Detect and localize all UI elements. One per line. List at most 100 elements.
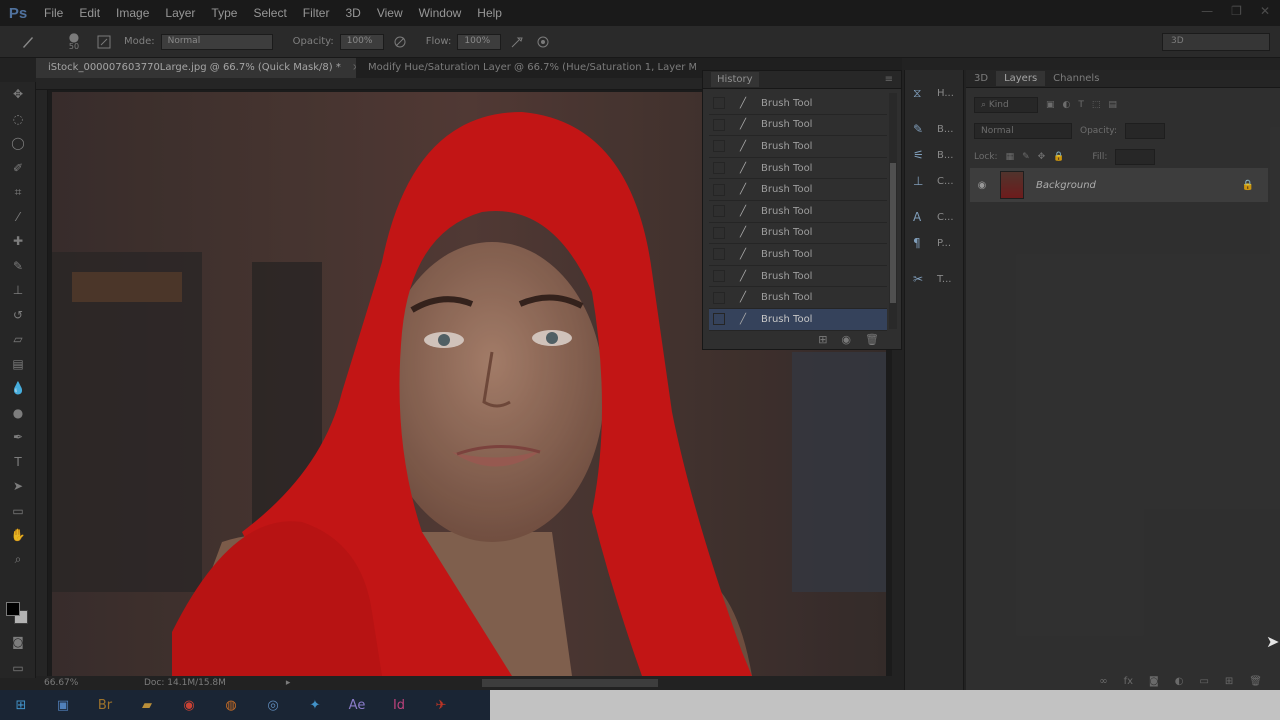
panel-paragraph-button[interactable]: ¶ P... xyxy=(905,230,963,256)
foreground-color-swatch[interactable] xyxy=(6,602,20,616)
history-snapshot-toggle[interactable] xyxy=(713,313,725,326)
menu-image[interactable]: Image xyxy=(108,6,157,20)
mode-select[interactable]: Normal xyxy=(160,33,273,50)
link-layers-icon[interactable]: ∞ xyxy=(1099,676,1107,687)
minimize-button[interactable]: — xyxy=(1201,4,1213,18)
doc-tab-hue-saturation[interactable]: Modify Hue/Saturation Layer @ 66.7% (Hue… xyxy=(356,58,696,78)
history-snapshot-toggle[interactable] xyxy=(713,118,725,131)
twitter-icon[interactable]: ✦ xyxy=(294,690,336,720)
menu-select[interactable]: Select xyxy=(245,6,294,20)
clone-stamp-tool-icon[interactable]: ⊥ xyxy=(0,278,36,303)
chrome-icon[interactable]: ◉ xyxy=(168,690,210,720)
history-snapshot-toggle[interactable] xyxy=(713,270,725,283)
history-snapshot-toggle[interactable] xyxy=(713,226,725,239)
airbrush-icon[interactable] xyxy=(507,32,527,52)
history-snapshot-toggle[interactable] xyxy=(713,162,725,175)
tab-channels[interactable]: Channels xyxy=(1045,71,1107,86)
firefox-icon[interactable]: ◍ xyxy=(210,690,252,720)
brush-tool-icon[interactable]: ✎ xyxy=(0,254,36,279)
opacity-input[interactable]: 100% xyxy=(339,33,384,50)
panel-character-button[interactable]: A C... xyxy=(905,204,963,230)
delete-layer-icon[interactable]: 🗑 xyxy=(1249,676,1262,687)
workspace-select[interactable]: 3D xyxy=(1162,33,1270,51)
history-item[interactable]: ╱ Brush Tool xyxy=(709,244,887,266)
history-snapshot-toggle[interactable] xyxy=(713,291,725,304)
quick-mask-icon[interactable]: ◙ xyxy=(0,630,36,655)
pen-tool-icon[interactable]: ✒ xyxy=(0,425,36,450)
history-tab[interactable]: History xyxy=(711,72,759,87)
new-snapshot-icon[interactable]: ◉ xyxy=(841,333,851,346)
new-group-icon[interactable]: ▭ xyxy=(1199,676,1208,687)
bridge-icon[interactable]: Br xyxy=(84,690,126,720)
filter-smart-object-icon[interactable]: ▤ xyxy=(1108,100,1117,110)
menu-file[interactable]: File xyxy=(36,6,71,20)
layer-fill-input[interactable] xyxy=(1115,149,1156,165)
gradient-tool-icon[interactable]: ▤ xyxy=(0,352,36,377)
history-scrollbar[interactable] xyxy=(889,93,897,329)
zoom-tool-icon[interactable]: ⌕ xyxy=(0,548,36,573)
menu-help[interactable]: Help xyxy=(469,6,510,20)
lock-transparent-icon[interactable]: ▦ xyxy=(1006,152,1015,162)
file-explorer-icon[interactable]: ▣ xyxy=(42,690,84,720)
history-item[interactable]: ╱ Brush Tool xyxy=(709,179,887,201)
history-item[interactable]: ╱ Brush Tool xyxy=(709,223,887,245)
kind-filter-select[interactable]: ⌕ Kind xyxy=(974,97,1038,113)
screen-mode-icon[interactable]: ▭ xyxy=(0,656,36,681)
path-selection-tool-icon[interactable]: ➤ xyxy=(0,474,36,499)
brush-tool-preset-icon[interactable] xyxy=(18,32,38,52)
brush-size-picker[interactable]: ● 50 xyxy=(60,31,88,52)
filter-type-icon[interactable]: T xyxy=(1078,100,1084,110)
filter-shape-icon[interactable]: ⬚ xyxy=(1092,100,1101,110)
history-item[interactable]: ╱ Brush Tool xyxy=(709,287,887,309)
lock-position-icon[interactable]: ✥ xyxy=(1038,152,1046,162)
menu-view[interactable]: View xyxy=(369,6,411,20)
panel-brush-presets-button[interactable]: ⚟ B... xyxy=(905,142,963,168)
tab-3d[interactable]: 3D xyxy=(966,71,996,86)
history-scroll-thumb[interactable] xyxy=(890,163,896,303)
filter-adjustment-icon[interactable]: ◐ xyxy=(1063,100,1071,110)
history-item[interactable]: ╱ Brush Tool xyxy=(709,201,887,223)
brush-panel-icon[interactable] xyxy=(94,32,114,52)
close-button[interactable]: ✕ xyxy=(1260,4,1270,18)
globe-icon[interactable]: ◎ xyxy=(252,690,294,720)
layer-opacity-input[interactable] xyxy=(1125,123,1165,139)
history-snapshot-toggle[interactable] xyxy=(713,97,725,110)
type-tool-icon[interactable]: T xyxy=(0,450,36,475)
maximize-button[interactable]: ❐ xyxy=(1231,4,1242,18)
horizontal-scrollbar[interactable] xyxy=(482,679,658,687)
panel-clone-source-button[interactable]: ⊥ C... xyxy=(905,168,963,194)
new-document-from-state-icon[interactable]: ⊞ xyxy=(818,333,827,346)
menu-type[interactable]: Type xyxy=(203,6,245,20)
tab-layers[interactable]: Layers xyxy=(996,71,1046,86)
delete-state-icon[interactable]: 🗑 xyxy=(865,333,879,346)
new-layer-icon[interactable]: ⊞ xyxy=(1225,676,1233,687)
start-button[interactable]: ⊞ xyxy=(0,690,42,720)
filter-pixel-icon[interactable]: ▣ xyxy=(1046,100,1055,110)
flow-input[interactable]: 100% xyxy=(457,33,502,50)
history-snapshot-toggle[interactable] xyxy=(713,205,725,218)
history-snapshot-toggle[interactable] xyxy=(713,140,725,153)
blur-tool-icon[interactable]: 💧 xyxy=(0,376,36,401)
history-item[interactable]: ╱ Brush Tool xyxy=(709,93,887,115)
quick-selection-tool-icon[interactable]: ✐ xyxy=(0,156,36,181)
doc-tab-istock[interactable]: iStock_000007603770Large.jpg @ 66.7% (Qu… xyxy=(36,58,356,78)
history-item[interactable]: ╱ Brush Tool xyxy=(709,136,887,158)
menu-layer[interactable]: Layer xyxy=(157,6,203,20)
status-arrow-icon[interactable]: ▸ xyxy=(286,678,291,688)
blend-mode-select[interactable]: Normal xyxy=(974,123,1072,139)
history-item[interactable]: ╱ Brush Tool xyxy=(709,115,887,137)
lock-image-icon[interactable]: ✎ xyxy=(1022,152,1030,162)
history-snapshot-toggle[interactable] xyxy=(713,183,725,196)
history-snapshot-toggle[interactable] xyxy=(713,248,725,261)
healing-brush-tool-icon[interactable]: ✚ xyxy=(0,229,36,254)
visibility-eye-icon[interactable]: ◉ xyxy=(970,180,994,191)
menu-3d[interactable]: 3D xyxy=(337,6,368,20)
menu-edit[interactable]: Edit xyxy=(71,6,108,20)
lock-all-icon[interactable]: 🔒 xyxy=(1053,152,1064,162)
panel-history-button[interactable]: ⧖ H... xyxy=(905,80,963,106)
adjustment-layer-icon[interactable]: ◐ xyxy=(1175,676,1184,687)
history-item[interactable]: ╱ Brush Tool xyxy=(709,158,887,180)
panel-tool-presets-button[interactable]: ✂ T... xyxy=(905,266,963,292)
marquee-tool-icon[interactable]: ◌ xyxy=(0,107,36,132)
menu-window[interactable]: Window xyxy=(411,6,470,20)
